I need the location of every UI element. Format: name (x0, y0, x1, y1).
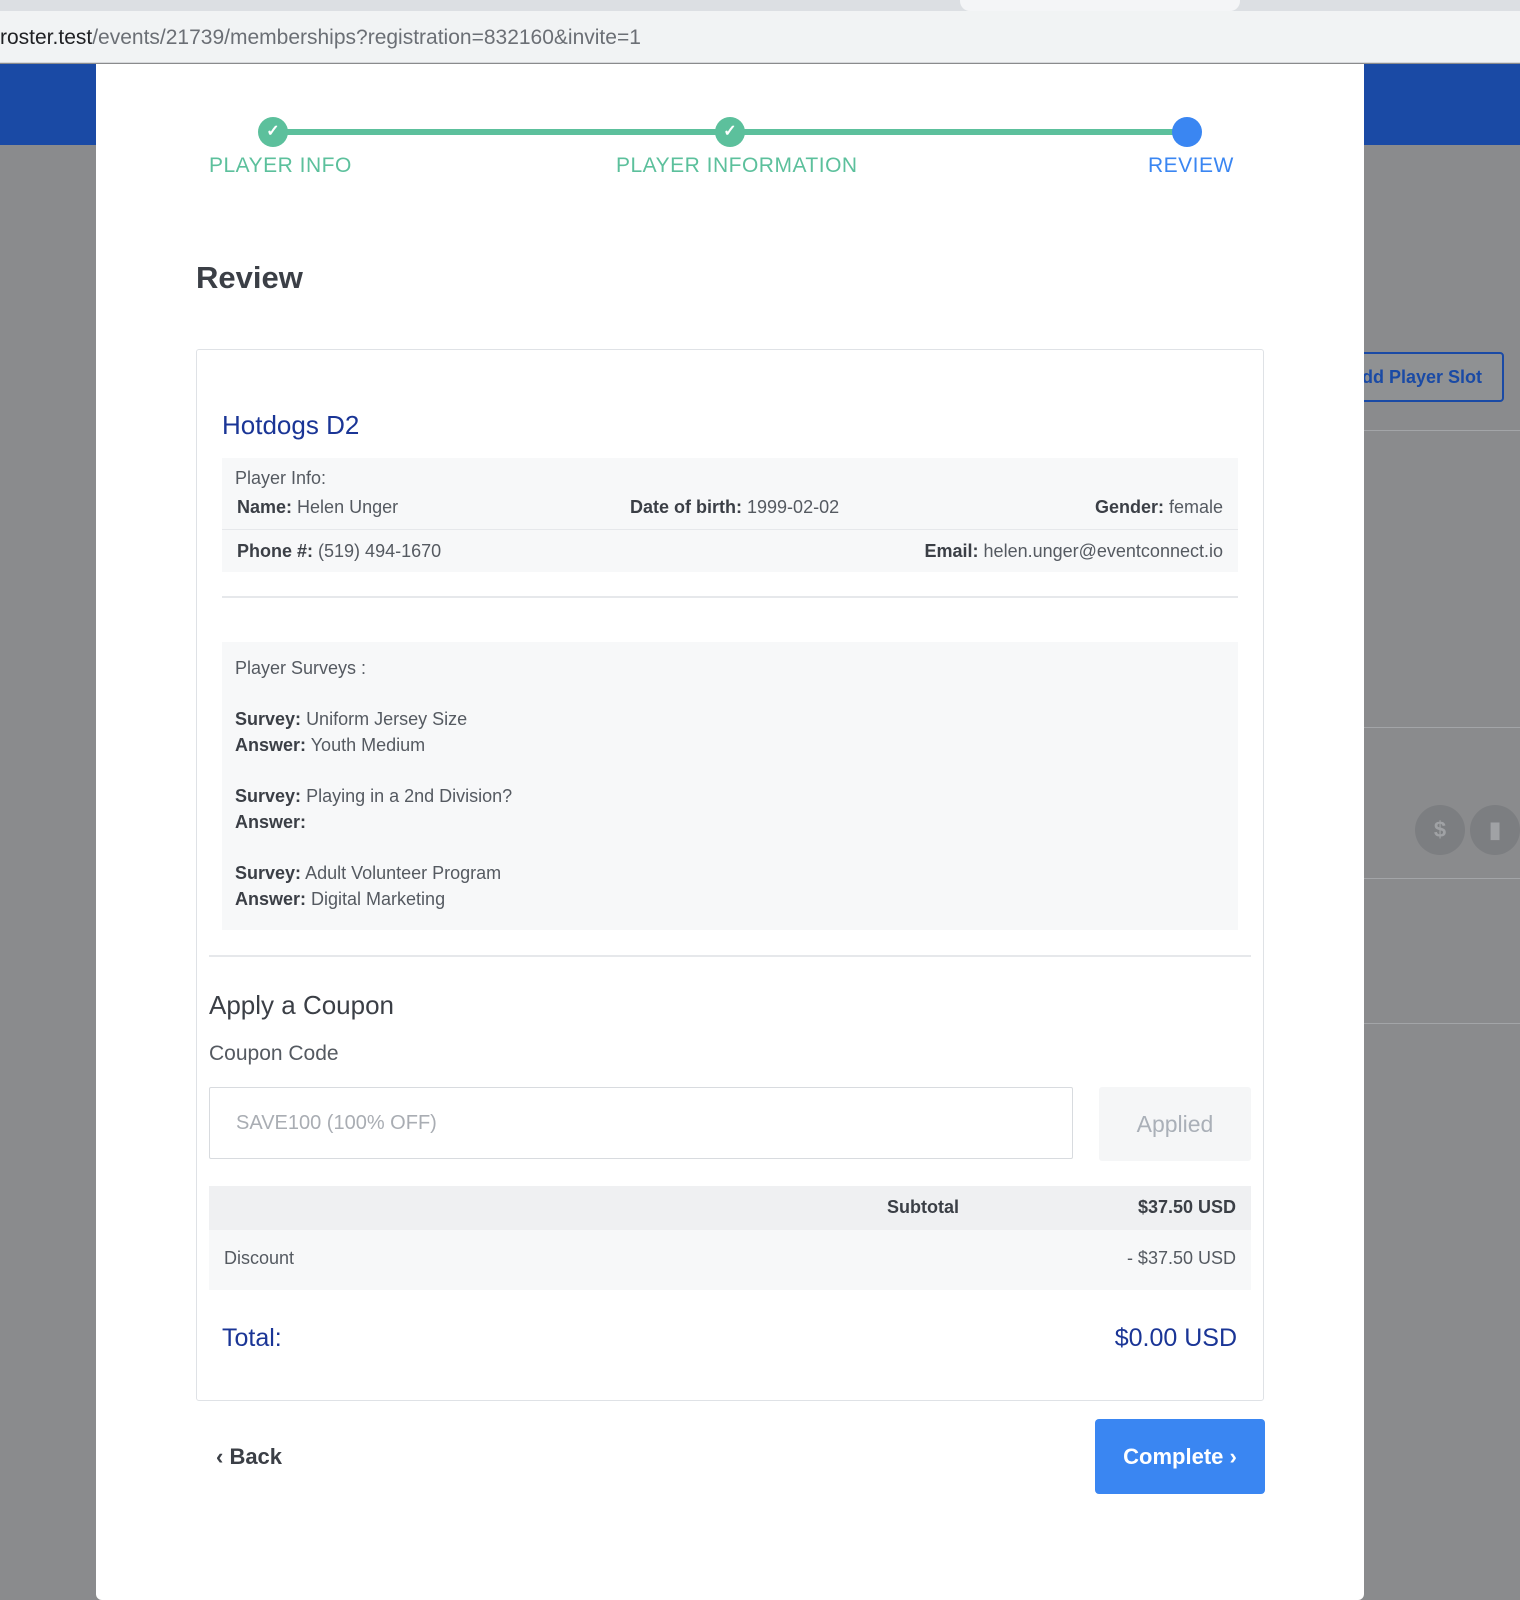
page-title: Review (196, 260, 303, 295)
player-info-row: Phone #: (519) 494-1670 Email: helen.ung… (222, 530, 1238, 574)
section-divider (222, 596, 1238, 598)
coupon-applied-button[interactable]: Applied (1099, 1087, 1251, 1161)
url-path: /events/21739/memberships?registration=8… (92, 26, 641, 49)
subtotal-row: Subtotal $37.50 USD (209, 1186, 1251, 1230)
player-surveys-box: Player Surveys : Survey: Uniform Jersey … (222, 642, 1238, 930)
surveys-header: Player Surveys : (235, 658, 367, 678)
subtotal-label: Subtotal (887, 1197, 959, 1217)
registration-modal: ✓ ✓ PLAYER INFO PLAYER INFORMATION REVIE… (96, 64, 1364, 1600)
survey-question: Survey: Uniform Jersey Size (235, 709, 468, 729)
complete-button[interactable]: Complete › (1095, 1419, 1265, 1494)
survey-question: Survey: Adult Volunteer Program (235, 863, 502, 883)
total-label: Total: (222, 1324, 282, 1352)
url-text[interactable]: roster.test/events/21739/memberships?reg… (0, 26, 641, 50)
bg-divider (1364, 878, 1520, 879)
dollar-icon: $ (1415, 805, 1465, 855)
bg-divider (1364, 430, 1520, 431)
address-field[interactable]: roster.test/events/21739/memberships?reg… (0, 16, 1520, 58)
discount-row: Discount - $37.50 USD (209, 1230, 1251, 1290)
coupon-code-input[interactable] (209, 1087, 1073, 1159)
url-host: roster.test (0, 26, 93, 49)
player-name: Name: Helen Unger (237, 497, 399, 517)
review-card: Hotdogs D2 Player Info: Name: Helen Unge… (196, 349, 1264, 1401)
discount-value: - $37.50 USD (1126, 1248, 1236, 1268)
survey-answer: Answer: Youth Medium (235, 735, 426, 755)
browser-tabstrip (0, 0, 1520, 11)
coupon-title: Apply a Coupon (209, 990, 395, 1020)
team-name: Hotdogs D2 (222, 410, 360, 440)
step-3-active-dot (1172, 117, 1202, 147)
progress-stepper: ✓ ✓ PLAYER INFO PLAYER INFORMATION REVIE… (96, 64, 1364, 264)
player-email: Email: helen.unger@eventconnect.io (924, 541, 1224, 561)
bg-divider (1364, 1023, 1520, 1024)
back-button[interactable]: ‹ Back (216, 1444, 282, 1470)
browser-url-bar: roster.test/events/21739/memberships?reg… (0, 11, 1520, 63)
survey-answer: Answer: Digital Marketing (235, 889, 446, 909)
step-1-check-icon: ✓ (258, 117, 288, 147)
bg-divider (1364, 727, 1520, 728)
survey-question: Survey: Playing in a 2nd Division? (235, 786, 513, 806)
section-divider (209, 955, 1251, 957)
step-2-check-icon: ✓ (715, 117, 745, 147)
survey-answer: Answer: (235, 812, 307, 832)
player-info-row: Name: Helen Unger Date of birth: 1999-02… (222, 486, 1238, 530)
step-player-information[interactable]: PLAYER INFORMATION (616, 154, 858, 178)
browser-active-tab[interactable] (960, 0, 1240, 11)
player-gender: Gender: female (1094, 497, 1223, 517)
coupon-code-label: Coupon Code (209, 1042, 339, 1065)
step-player-info[interactable]: PLAYER INFO (209, 154, 352, 178)
add-player-slot-button: dd Player Slot (1350, 352, 1504, 402)
player-phone: Phone #: (519) 494-1670 (237, 541, 442, 561)
step-review: REVIEW (1148, 154, 1234, 177)
player-dob: Date of birth: 1999-02-02 (630, 497, 840, 517)
document-icon: ▮ (1470, 805, 1520, 855)
subtotal-value: $37.50 USD (1137, 1197, 1236, 1217)
total-value: $0.00 USD (1114, 1324, 1237, 1352)
discount-label: Discount (224, 1248, 295, 1268)
player-info-box: Player Info: Name: Helen Unger Date of b… (222, 458, 1238, 572)
